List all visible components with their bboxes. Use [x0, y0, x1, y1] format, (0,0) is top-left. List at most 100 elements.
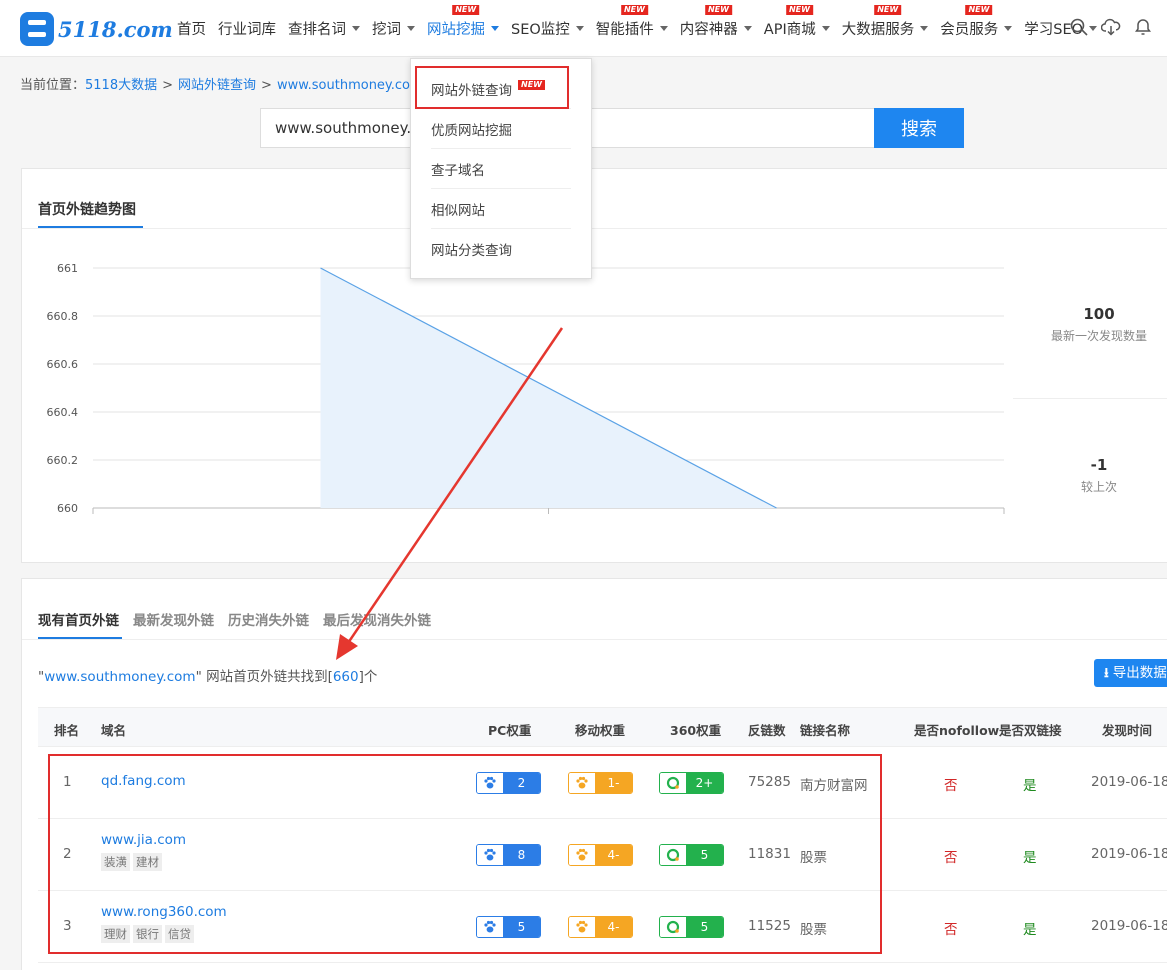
- nav-item[interactable]: 挖词: [372, 18, 415, 39]
- export-button[interactable]: ⭳ 导出数据: [1094, 659, 1167, 687]
- table-header: 排名 域名 PC权重 移动权重 360权重 反链数 链接名称 是否nofollo…: [38, 707, 1167, 747]
- top-header: 5118.com 首页 行业词库 查排名词 挖词 网站挖掘 NEW SEO监控 智能插件 NEW…: [0, 0, 1167, 57]
- breadcrumb-link-backlink-query[interactable]: 网站外链查询: [178, 78, 256, 93]
- export-label: 导出数据: [1112, 664, 1167, 681]
- tab-new-backlinks[interactable]: 最新发现外链: [133, 609, 214, 629]
- cloud-download-icon[interactable]: [1101, 17, 1121, 37]
- y-tick-label: 661: [57, 262, 78, 275]
- dropdown-menu-item[interactable]: 查子域名: [431, 149, 571, 189]
- highlight-box-rows: [48, 754, 882, 954]
- col-found-date: 发现时间: [1102, 723, 1153, 738]
- breadcrumb-prefix: 当前位置：: [20, 78, 86, 93]
- chevron-down-icon: [821, 26, 830, 31]
- search-icon[interactable]: [1069, 17, 1089, 37]
- nav-item[interactable]: 会员服务 NEW: [940, 5, 1013, 39]
- nav-item-label: 内容神器: [679, 22, 738, 38]
- nav-item[interactable]: API商城 NEW: [764, 5, 830, 39]
- summary-text: 网站首页外链共找到[: [201, 669, 333, 685]
- y-tick-label: 660.8: [47, 310, 79, 323]
- dropdown-menu-item[interactable]: 优质网站挖掘: [431, 109, 571, 149]
- chevron-down-icon: [352, 26, 360, 31]
- nofollow-cell: 否: [944, 778, 958, 794]
- divider: [1013, 398, 1167, 399]
- breadcrumb-link-home[interactable]: 5118大数据: [85, 78, 157, 93]
- tab-current-backlinks[interactable]: 现有首页外链: [38, 609, 119, 629]
- col-double-link: 是否双链接: [999, 723, 1062, 738]
- chevron-down-icon: [1004, 26, 1013, 31]
- main-nav: 首页 行业词库 查排名词 挖词 网站挖掘 NEW SEO监控 智能插件 NEW 内容神器 NEW AP…: [177, 0, 1109, 57]
- double-link-cell: 是: [1023, 850, 1037, 866]
- nav-item[interactable]: 首页: [177, 18, 206, 39]
- chevron-down-icon: [575, 26, 584, 31]
- new-badge: NEW: [452, 5, 480, 15]
- col-360-weight: 360权重: [670, 723, 722, 738]
- nav-item-label: SEO监控: [511, 22, 570, 38]
- nav-item-label: 挖词: [372, 22, 401, 38]
- nav-item[interactable]: 大数据服务 NEW: [841, 5, 929, 39]
- backlink-tabs: 现有首页外链 最新发现外链 历史消失外链 最后发现消失外链: [38, 609, 445, 629]
- new-badge: NEW: [785, 5, 813, 15]
- nav-item[interactable]: 网站挖掘 NEW: [427, 5, 499, 39]
- nav-item-label: 智能插件: [595, 22, 654, 38]
- nav-item[interactable]: 内容神器 NEW: [679, 5, 752, 39]
- stat-label: 最新一次发现数量: [1050, 329, 1147, 343]
- breadcrumb: 当前位置：5118大数据 > 网站外链查询 > www.southmoney.com: [20, 74, 423, 93]
- nav-item[interactable]: 行业词库: [218, 18, 276, 39]
- chevron-down-icon: [743, 26, 752, 31]
- tab-lost-history[interactable]: 历史消失外链: [228, 609, 309, 629]
- breadcrumb-separator: >: [261, 78, 272, 93]
- col-backlinks: 反链数: [748, 723, 786, 738]
- trend-chart-panel: 首页外链趋势图 661 660.8 660.6 660.4 660.2 660 100 最…: [21, 168, 1167, 563]
- result-summary: "www.southmoney.com" 网站首页外链共找到[660]个: [38, 669, 378, 685]
- stat-value: 100: [1083, 305, 1115, 323]
- chevron-down-icon: [659, 26, 668, 31]
- double-link-cell: 是: [1023, 778, 1037, 794]
- nav-item[interactable]: SEO监控: [511, 18, 584, 39]
- divider: [22, 639, 1167, 640]
- double-link-cell: 是: [1023, 922, 1037, 938]
- breadcrumb-link-domain[interactable]: www.southmoney.com: [277, 78, 423, 93]
- summary-count: 660: [332, 669, 359, 685]
- summary-suffix: ]个: [358, 669, 378, 685]
- dropdown-menu-item[interactable]: 相似网站: [431, 189, 571, 229]
- bell-icon[interactable]: [1133, 17, 1153, 37]
- search-button[interactable]: 搜索: [874, 108, 964, 148]
- new-badge: NEW: [620, 5, 648, 15]
- found-date-cell: 2019-06-18: [1091, 918, 1167, 934]
- new-badge: NEW: [874, 5, 902, 15]
- site-logo[interactable]: 5118.com: [20, 12, 173, 46]
- logo-text: 5118.com: [58, 16, 173, 42]
- nav-item-label: 首页: [177, 22, 206, 38]
- download-icon: ⭳: [1104, 664, 1109, 681]
- logo-icon: [20, 12, 54, 46]
- nofollow-cell: 否: [944, 922, 958, 938]
- col-anchor: 链接名称: [800, 723, 851, 738]
- menu-item-label: 查子域名: [431, 162, 485, 179]
- menu-item-label: 网站分类查询: [431, 243, 512, 259]
- chevron-down-icon: [407, 26, 415, 31]
- menu-item-label: 相似网站: [431, 202, 485, 219]
- nav-item-label: 大数据服务: [841, 22, 915, 38]
- new-badge: NEW: [704, 5, 732, 15]
- stat-change: -1 较上次: [1044, 456, 1154, 495]
- nav-item[interactable]: 查排名词: [288, 18, 360, 39]
- stat-label: 较上次: [1080, 480, 1117, 494]
- found-date-cell: 2019-06-18: [1091, 774, 1167, 790]
- nav-item[interactable]: 智能插件 NEW: [595, 5, 668, 39]
- summary-domain: www.southmoney.com: [44, 669, 196, 685]
- col-nofollow: 是否nofollow: [914, 723, 1000, 738]
- breadcrumb-separator: >: [162, 78, 174, 93]
- col-mobile-weight: 移动权重: [575, 723, 626, 738]
- y-tick-label: 660.6: [47, 358, 79, 371]
- nav-item-label: 网站挖掘: [427, 22, 485, 38]
- highlight-box-menu-item: [415, 66, 569, 109]
- tab-latest-lost[interactable]: 最后发现消失外链: [323, 609, 431, 629]
- stat-value: -1: [1090, 456, 1108, 474]
- y-tick-label: 660.2: [47, 454, 79, 467]
- col-pc-weight: PC权重: [488, 723, 532, 738]
- nav-item-label: 查排名词: [288, 22, 346, 38]
- dropdown-menu-item[interactable]: 网站分类查询: [431, 229, 571, 269]
- new-badge: NEW: [965, 5, 993, 15]
- nav-item-label: 行业词库: [218, 22, 276, 38]
- y-tick-label: 660.4: [47, 406, 79, 419]
